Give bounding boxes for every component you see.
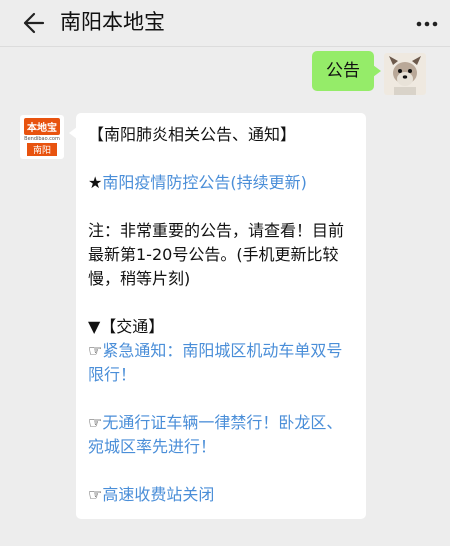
more-dots-icon[interactable] <box>416 14 438 34</box>
dog-avatar[interactable] <box>384 53 426 95</box>
epidemic-notice-link[interactable]: 南阳疫情防控公告(持续更新) <box>102 173 307 192</box>
section-traffic-heading: ▼【交通】 <box>88 317 165 336</box>
message-item: ☞高速收费站关闭 <box>88 483 356 507</box>
incoming-message-bubble: 【南阳肺炎相关公告、通知】 ★南阳疫情防控公告(持续更新) 注：非常重要的公告，… <box>69 113 366 519</box>
odd-even-restriction-link[interactable]: 紧急通知：南阳城区机动车单双号限行！ <box>88 341 342 384</box>
message-heading: 【南阳肺炎相关公告、通知】 <box>88 125 297 144</box>
back-arrow-icon[interactable] <box>20 10 46 36</box>
chat-header: 南阳本地宝 <box>0 0 450 47</box>
star-icon: ★ <box>88 173 103 192</box>
logo-city: 南阳 <box>26 143 57 156</box>
chat-title: 南阳本地宝 <box>60 10 165 34</box>
outgoing-message-bubble[interactable]: 公告 <box>312 51 381 91</box>
logo-brand: 本地宝 <box>24 118 60 135</box>
message-item: ☞紧急通知：南阳城区机动车单双号限行！ <box>88 339 356 387</box>
no-pass-ban-link[interactable]: 无通行证车辆一律禁行！卧龙区、宛城区率先进行！ <box>88 413 342 456</box>
logo-site: Bendibao.com <box>24 136 60 142</box>
message-note: 注：非常重要的公告，请查看！目前最新第1-20号公告。(手机更新比较慢，稍等片刻… <box>88 221 345 288</box>
message-item: ★南阳疫情防控公告(持续更新) <box>88 171 356 195</box>
toll-station-closed-link[interactable]: 高速收费站关闭 <box>102 485 214 504</box>
bendibao-logo-avatar[interactable]: 本地宝 Bendibao.com 南阳 <box>20 115 64 159</box>
pointing-hand-icon: ☞ <box>88 341 103 360</box>
message-item: ☞无通行证车辆一律禁行！卧龙区、宛城区率先进行！ <box>88 411 356 459</box>
pointing-hand-icon: ☞ <box>88 485 103 504</box>
pointing-hand-icon: ☞ <box>88 413 103 432</box>
chat-area: 公告 本地宝 Bendibao.com 南阳 【南阳肺炎相关公告、通知】 ★南阳… <box>0 47 450 546</box>
dog-avatar-image <box>384 53 426 95</box>
